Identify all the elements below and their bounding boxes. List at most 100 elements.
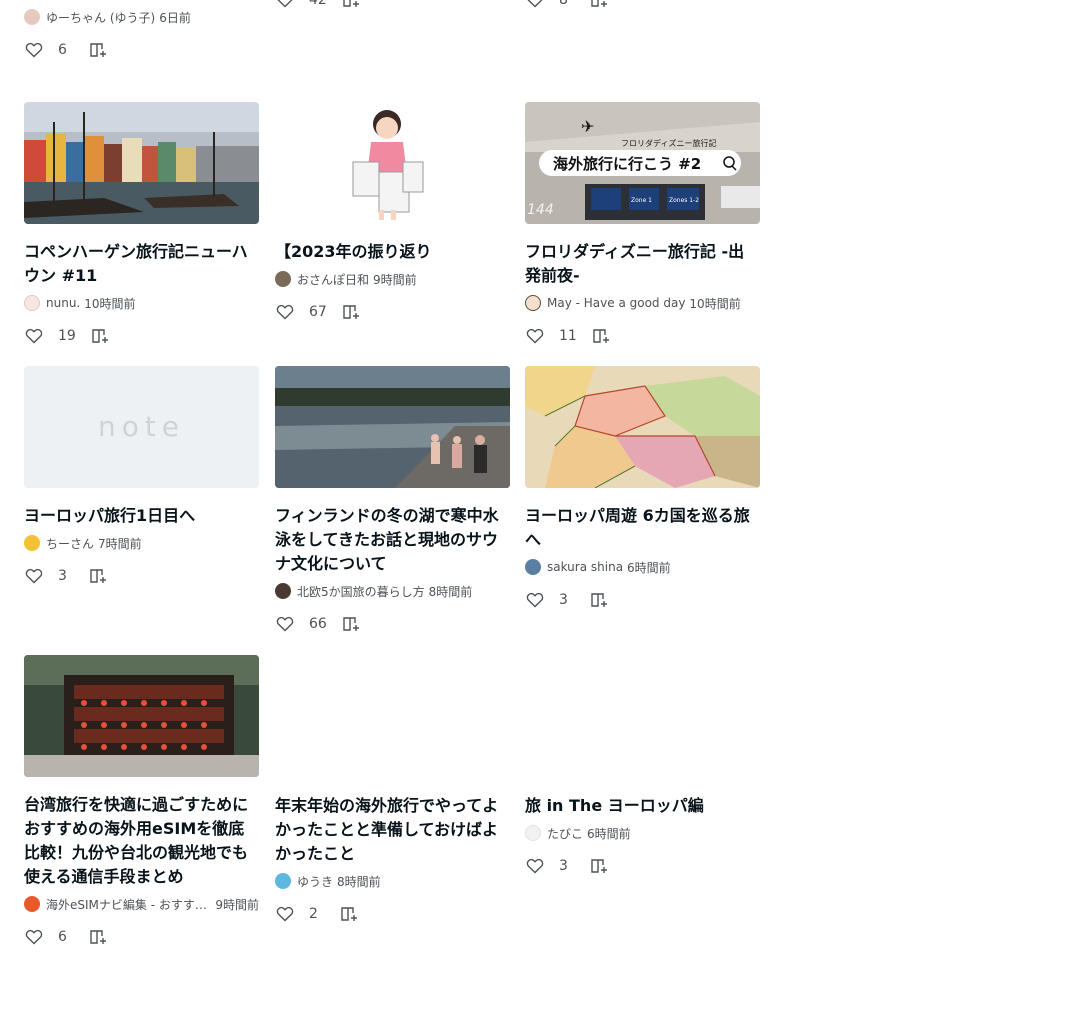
avatar[interactable] <box>275 873 291 889</box>
like-button[interactable]: 6 <box>24 40 74 60</box>
avatar[interactable] <box>275 271 291 287</box>
like-count: 3 <box>58 568 67 584</box>
add-to-magazine-button[interactable] <box>88 927 108 947</box>
card-title[interactable]: コペンハーゲン旅行記ニューハウン #11 <box>24 240 259 288</box>
card-thumbnail[interactable]: フロリダディズニー旅行記 ✈ 海外旅行に行こう #2 Zone 1 Zones … <box>525 102 760 224</box>
card-top-2[interactable]: 42 <box>275 0 510 10</box>
add-to-magazine-button[interactable] <box>591 326 611 346</box>
thumb-small-caption: フロリダディズニー旅行記 <box>621 138 716 148</box>
add-to-magazine-button[interactable] <box>341 0 361 10</box>
avatar[interactable] <box>275 583 291 599</box>
card-thumbnail[interactable] <box>275 366 510 488</box>
author-row: May - Have a good day 10時間前 <box>525 294 760 312</box>
like-button[interactable]: 3 <box>24 566 74 586</box>
svg-text:✈: ✈ <box>581 117 594 136</box>
author-name[interactable]: nunu. <box>46 296 80 310</box>
card-title[interactable]: フィンランドの冬の湖で寒中水泳をしてきたお話と現地のサウナ文化について <box>275 504 510 576</box>
add-to-magazine-button[interactable] <box>341 302 361 322</box>
author-name[interactable]: sakura shina <box>547 560 623 574</box>
card-actions: 11 <box>525 326 760 346</box>
card-title[interactable]: 旅 in The ヨーロッパ編 <box>525 794 760 818</box>
note-card[interactable]: 旅 in The ヨーロッパ編 たびこ 6時間前 3 <box>525 784 760 876</box>
card-title[interactable]: ヨーロッパ旅行1日目へ <box>24 504 259 528</box>
add-to-magazine-button[interactable] <box>88 40 108 60</box>
post-time: 6日前 <box>159 10 191 25</box>
heart-icon <box>25 328 43 344</box>
magazine-add-icon <box>90 930 106 944</box>
like-button[interactable]: 8 <box>525 0 575 10</box>
card-thumbnail[interactable]: note <box>24 366 259 488</box>
like-count: 67 <box>309 304 327 320</box>
author-name[interactable]: おさんぽ日和 <box>297 271 369 288</box>
card-title[interactable]: ヨーロッパ周遊 6カ国を巡る旅へ <box>525 504 760 552</box>
avatar[interactable] <box>525 295 541 311</box>
card-thumbnail[interactable] <box>275 102 510 224</box>
magazine-add-icon <box>591 859 607 873</box>
card-thumbnail[interactable] <box>24 655 259 777</box>
add-to-magazine-button[interactable] <box>339 904 359 924</box>
avatar[interactable] <box>24 9 40 25</box>
post-time: 10時間前 <box>689 296 741 311</box>
card-thumbnail[interactable] <box>525 366 760 488</box>
card-actions: 8 <box>525 0 760 10</box>
like-button[interactable]: 2 <box>275 904 325 924</box>
note-logo: note <box>98 410 185 443</box>
card-actions: 2 <box>275 904 510 924</box>
author-name[interactable]: May - Have a good day <box>547 296 685 310</box>
avatar[interactable] <box>525 559 541 575</box>
board-2: Zones 1-2 <box>669 197 699 204</box>
like-button[interactable]: 67 <box>275 302 327 322</box>
note-card[interactable]: 年末年始の海外旅行でやってよかったことと準備しておけばよかったこと ゆうき 8時… <box>275 784 510 924</box>
thumb-caption: 海外旅行に行こう #2 <box>553 155 701 173</box>
add-to-magazine-button[interactable] <box>589 856 609 876</box>
add-to-magazine-button[interactable] <box>589 0 609 10</box>
like-button[interactable]: 42 <box>275 0 327 10</box>
note-card[interactable]: ヨーロッパ周遊 6カ国を巡る旅へ sakura shina 6時間前 3 <box>525 366 760 610</box>
author-name[interactable]: たびこ <box>547 825 583 842</box>
avatar[interactable] <box>24 535 40 551</box>
author-name[interactable]: ゆーちゃん (ゆう子) <box>46 9 155 26</box>
heart-icon <box>526 328 544 344</box>
add-to-magazine-button[interactable] <box>341 614 361 634</box>
card-title[interactable]: 【2023年の振り返り <box>275 240 510 264</box>
like-button[interactable]: 19 <box>24 326 76 346</box>
card-title[interactable]: 台湾旅行を快適に過ごすためにおすすめの海外用eSIMを徹底比較！九份や台北の観光… <box>24 793 259 889</box>
note-card[interactable]: 台湾旅行を快適に過ごすためにおすすめの海外用eSIMを徹底比較！九份や台北の観光… <box>24 655 259 947</box>
note-card[interactable]: 【2023年の振り返り おさんぽ日和 9時間前 67 <box>275 102 510 322</box>
like-button[interactable]: 66 <box>275 614 327 634</box>
avatar[interactable] <box>525 825 541 841</box>
winter-lake-image <box>275 366 510 488</box>
card-title[interactable]: 年末年始の海外旅行でやってよかったことと準備しておけばよかったこと <box>275 794 510 866</box>
note-card[interactable]: コペンハーゲン旅行記ニューハウン #11 nunu. 10時間前 19 <box>24 102 259 346</box>
like-button[interactable]: 11 <box>525 326 577 346</box>
card-top-1[interactable]: ゆーちゃん (ゆう子) 6日前 6 <box>24 0 259 60</box>
post-time: 9時間前 <box>373 272 417 287</box>
add-to-magazine-button[interactable] <box>90 326 110 346</box>
avatar[interactable] <box>24 295 40 311</box>
like-button[interactable]: 6 <box>24 927 74 947</box>
note-card[interactable]: フロリダディズニー旅行記 ✈ 海外旅行に行こう #2 Zone 1 Zones … <box>525 102 760 346</box>
like-button[interactable]: 3 <box>525 590 575 610</box>
author-name[interactable]: ゆうき <box>297 873 333 890</box>
author-name[interactable]: 海外eSIMナビ編集 - おすすめのeSIMを紹介するメディア <box>46 896 211 913</box>
like-count: 6 <box>58 929 67 945</box>
card-thumbnail[interactable] <box>24 102 259 224</box>
add-to-magazine-button[interactable] <box>589 590 609 610</box>
note-card[interactable]: note ヨーロッパ旅行1日目へ ちーさん 7時間前 3 <box>24 366 259 586</box>
note-card[interactable]: フィンランドの冬の湖で寒中水泳をしてきたお話と現地のサウナ文化について 北欧5か… <box>275 366 510 634</box>
add-to-magazine-button[interactable] <box>88 566 108 586</box>
post-time: 8時間前 <box>337 874 381 889</box>
card-title[interactable]: フロリダディズニー旅行記 -出発前夜- <box>525 240 760 288</box>
card-actions: 19 <box>24 326 259 346</box>
author-name[interactable]: 北欧5か国旅の暮らし方 <box>297 583 425 600</box>
airport-image: フロリダディズニー旅行記 ✈ 海外旅行に行こう #2 Zone 1 Zones … <box>525 102 760 224</box>
heart-icon <box>276 616 294 632</box>
author-row: 北欧5か国旅の暮らし方 8時間前 <box>275 582 510 600</box>
like-button[interactable]: 3 <box>525 856 575 876</box>
author-name[interactable]: ちーさん <box>46 535 94 552</box>
gate-number: 144 <box>527 202 554 218</box>
avatar[interactable] <box>24 896 40 912</box>
magazine-add-icon <box>343 305 359 319</box>
card-top-3[interactable]: 8 <box>525 0 760 10</box>
card-actions: 67 <box>275 302 510 322</box>
